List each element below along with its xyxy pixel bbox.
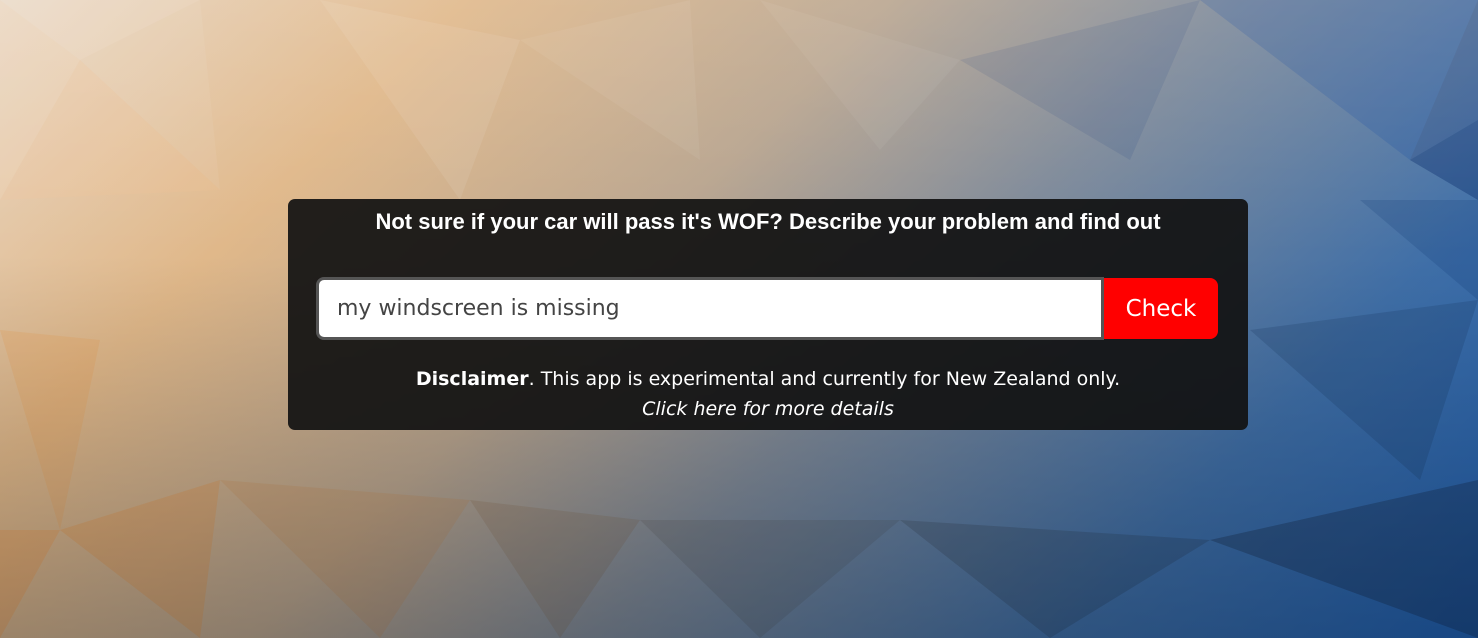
disclaimer-text: . This app is experimental and currently… <box>528 368 1121 390</box>
problem-description-input[interactable] <box>316 277 1104 340</box>
wof-check-panel: Not sure if your car will pass it's WOF?… <box>288 199 1248 430</box>
page-headline: Not sure if your car will pass it's WOF?… <box>375 209 1161 234</box>
search-form: Check <box>316 277 1218 340</box>
disclaimer: Disclaimer. This app is experimental and… <box>288 364 1248 424</box>
more-details-link[interactable]: Click here for more details <box>642 398 894 420</box>
disclaimer-line: Disclaimer. This app is experimental and… <box>288 364 1248 394</box>
disclaimer-label: Disclaimer <box>415 368 529 390</box>
check-button[interactable]: Check <box>1104 278 1218 339</box>
